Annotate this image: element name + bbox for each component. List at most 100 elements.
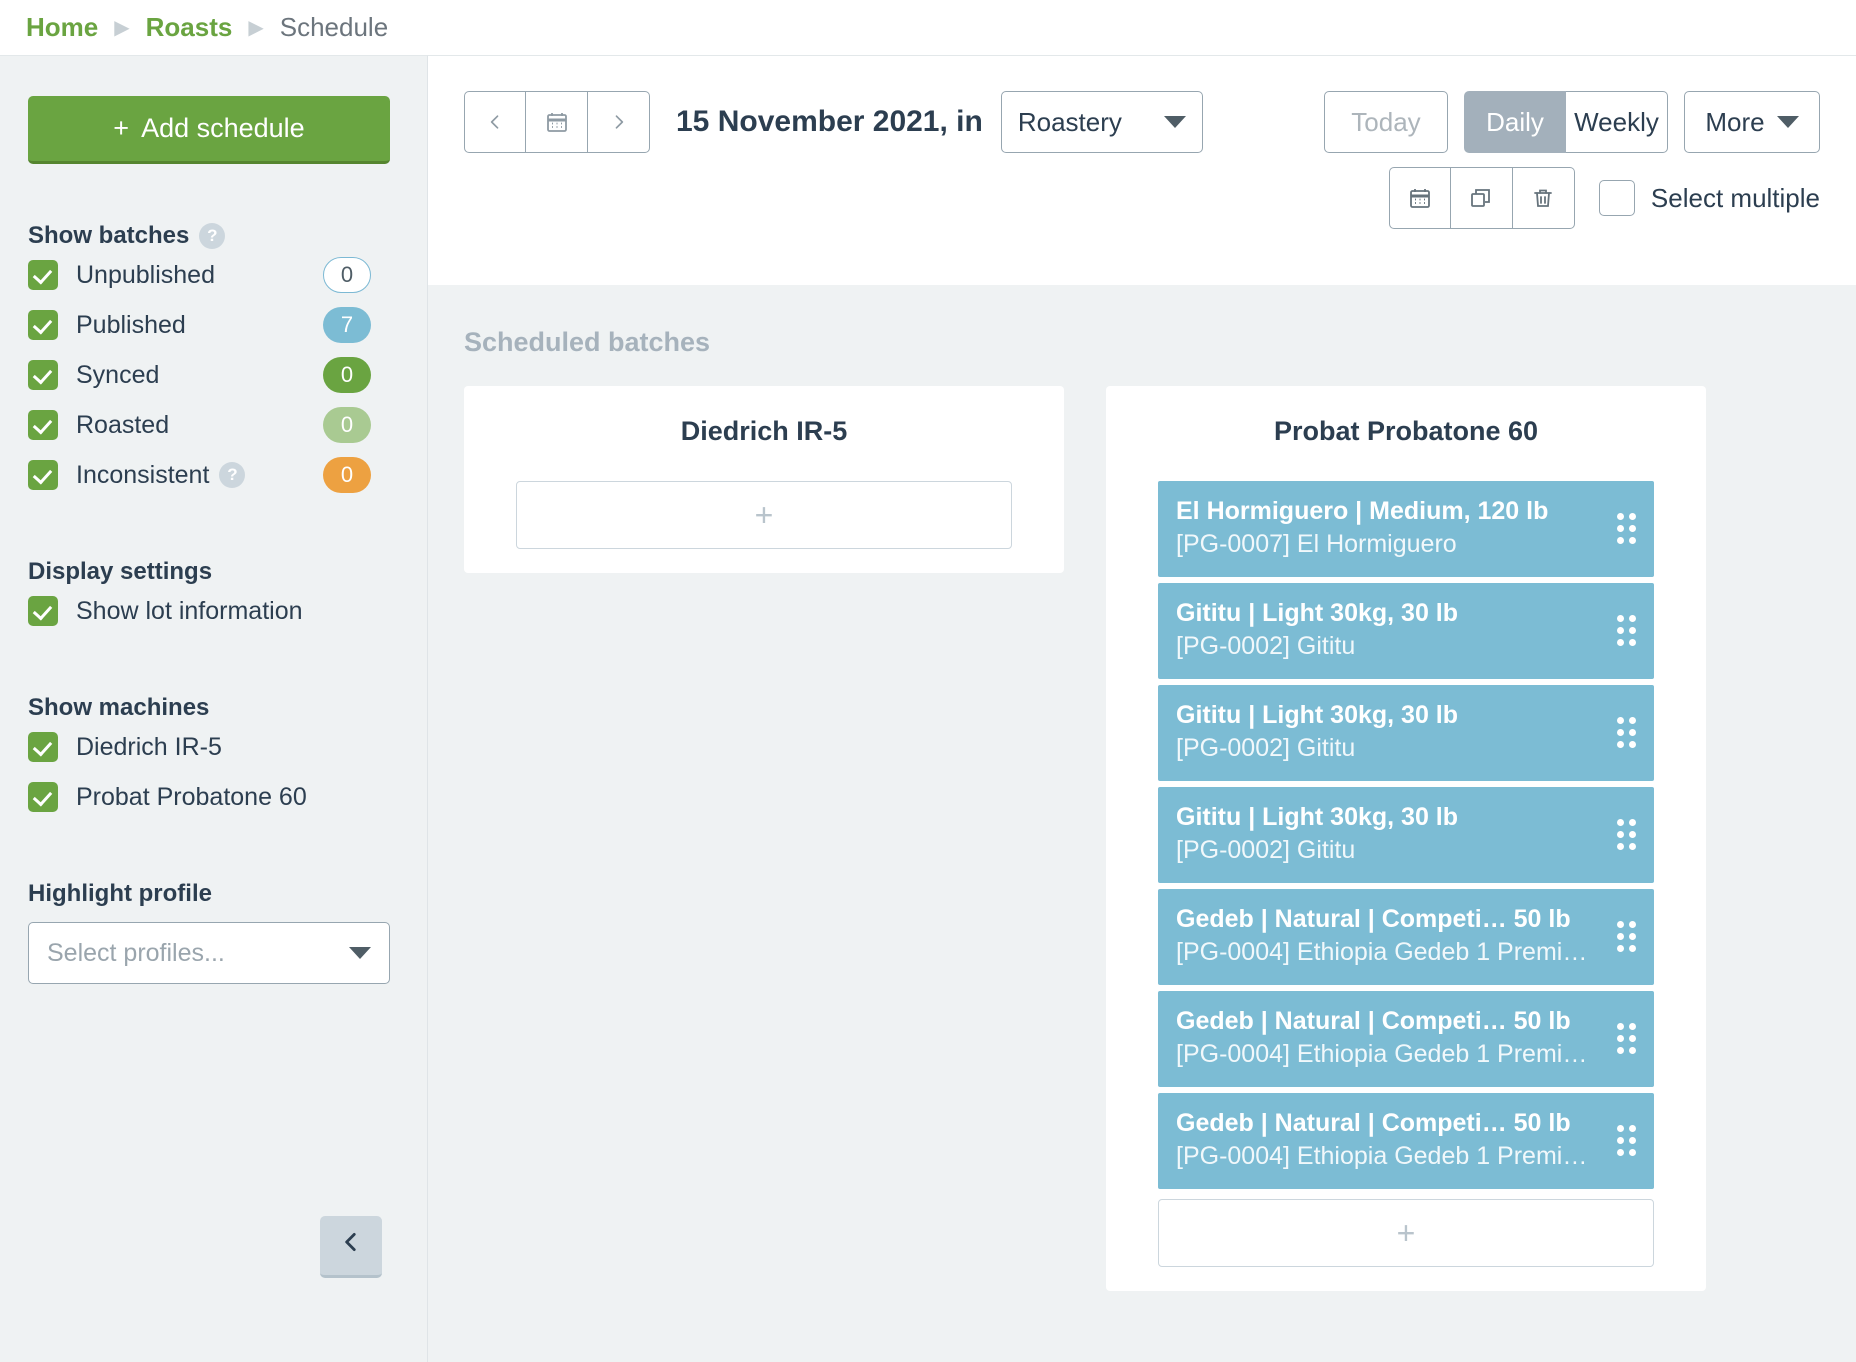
page-title: 15 November 2021, in xyxy=(676,105,983,138)
batch-card[interactable]: Gititu | Light 30kg, 30 lb [PG-0002] Git… xyxy=(1158,583,1654,679)
plus-icon: + xyxy=(113,113,130,143)
batch-card[interactable]: El Hormiguero | Medium, 120 lb [PG-0007]… xyxy=(1158,481,1654,577)
checkbox-unpublished[interactable] xyxy=(28,260,58,290)
batch-actions-row: Select multiple xyxy=(1388,167,1820,229)
add-batch-slot[interactable]: + xyxy=(1158,1199,1654,1267)
chevron-right-icon xyxy=(615,115,623,129)
copy-icon xyxy=(1471,189,1491,207)
chevron-down-icon xyxy=(349,947,371,959)
badge-roasted-count: 0 xyxy=(323,407,371,443)
filter-label-unpublished: Unpublished xyxy=(76,260,215,289)
filter-row-inconsistent[interactable]: Inconsistent ? 0 xyxy=(28,450,399,500)
batch-card-subtitle: [PG-0004] Ethiopia Gedeb 1 Premi… xyxy=(1176,938,1588,966)
filter-row-published[interactable]: Published 7 xyxy=(28,300,399,350)
schedule-calendar-action-button[interactable] xyxy=(1388,167,1451,229)
tab-daily[interactable]: Daily xyxy=(1464,91,1566,153)
trash-icon xyxy=(1534,189,1553,207)
batch-card-text: Gititu | Light 30kg, 30 lb [PG-0002] Git… xyxy=(1176,699,1458,765)
previous-day-button[interactable] xyxy=(464,91,526,153)
checkbox-synced[interactable] xyxy=(28,360,58,390)
badge-inconsistent-count: 0 xyxy=(323,457,371,493)
filter-label-published: Published xyxy=(76,310,186,339)
machine-row-probat-probatone-60[interactable]: Probat Probatone 60 xyxy=(28,772,399,822)
batch-card[interactable]: Gititu | Light 30kg, 30 lb [PG-0002] Git… xyxy=(1158,685,1654,781)
batch-card-text: Gititu | Light 30kg, 30 lb [PG-0002] Git… xyxy=(1176,801,1458,867)
checkbox-show-lot-information[interactable] xyxy=(28,596,58,626)
badge-synced-count: 0 xyxy=(323,357,371,393)
batch-card[interactable]: Gedeb | Natural | Competi… 50 lb [PG-000… xyxy=(1158,889,1654,985)
breadcrumb: Home ▶ Roasts ▶ Schedule xyxy=(0,0,1856,55)
breadcrumb-item-roasts[interactable]: Roasts xyxy=(146,12,233,43)
machine-row-diedrich-ir-5[interactable]: Diedrich IR-5 xyxy=(28,722,399,772)
checkbox-select-multiple[interactable] xyxy=(1598,180,1635,216)
location-select-value: Roastery xyxy=(1017,106,1122,137)
filter-label-roasted: Roasted xyxy=(76,410,170,439)
filter-label-inconsistent: Inconsistent ? xyxy=(76,461,246,490)
display-settings-heading: Display settings xyxy=(28,558,213,585)
checkbox-machine-diedrich-ir-5[interactable] xyxy=(28,732,58,762)
chevron-down-icon xyxy=(1163,116,1186,128)
add-schedule-button[interactable]: + Add schedule xyxy=(28,96,390,164)
drag-handle-icon[interactable] xyxy=(1617,614,1636,646)
date-navigation-group xyxy=(464,91,650,153)
drag-handle-icon[interactable] xyxy=(1617,1022,1636,1054)
batch-card-text: Gititu | Light 30kg, 30 lb [PG-0002] Git… xyxy=(1176,597,1458,663)
schedule-board: Scheduled batches Diedrich IR-5 + Probat… xyxy=(428,285,1856,1362)
breadcrumb-item-home[interactable]: Home xyxy=(26,12,98,43)
collapse-sidebar-button[interactable] xyxy=(320,1216,382,1278)
drag-handle-icon[interactable] xyxy=(1617,920,1636,952)
machine-columns: Diedrich IR-5 + Probat Probatone 60 El H… xyxy=(464,386,1856,1291)
highlight-profile-select[interactable]: Select profiles... xyxy=(28,922,390,984)
drag-handle-icon[interactable] xyxy=(1617,1124,1636,1156)
filter-label-synced: Synced xyxy=(76,360,160,389)
batch-card[interactable]: Gititu | Light 30kg, 30 lb [PG-0002] Git… xyxy=(1158,787,1654,883)
show-batches-title: Show batches xyxy=(28,222,190,249)
select-multiple-control[interactable]: Select multiple xyxy=(1598,180,1820,216)
machine-column-probat-probatone-60: Probat Probatone 60 El Hormiguero | Medi… xyxy=(1106,386,1706,1291)
batch-card-subtitle: [PG-0002] Gititu xyxy=(1176,836,1356,864)
filter-row-roasted[interactable]: Roasted 0 xyxy=(28,400,399,450)
tab-weekly[interactable]: Weekly xyxy=(1566,91,1668,153)
checkbox-machine-probat-probatone-60[interactable] xyxy=(28,782,58,812)
show-batches-heading: Show batches ? xyxy=(28,222,399,250)
select-multiple-label: Select multiple xyxy=(1650,182,1820,213)
duplicate-button[interactable] xyxy=(1450,167,1513,229)
drag-handle-icon[interactable] xyxy=(1617,716,1636,748)
help-icon[interactable]: ? xyxy=(199,223,226,249)
batch-card-subtitle: [PG-0004] Ethiopia Gedeb 1 Premi… xyxy=(1176,1142,1588,1170)
drag-handle-icon[interactable] xyxy=(1617,818,1636,850)
checkbox-roasted[interactable] xyxy=(28,410,58,440)
next-day-button[interactable] xyxy=(588,91,650,153)
batch-card[interactable]: Gedeb | Natural | Competi… 50 lb [PG-000… xyxy=(1158,991,1654,1087)
highlight-profile-placeholder: Select profiles... xyxy=(47,938,225,967)
more-menu-button[interactable]: More xyxy=(1684,91,1820,153)
batch-card-text: Gedeb | Natural | Competi… 50 lb [PG-000… xyxy=(1176,1005,1587,1071)
machine-column-diedrich-ir-5: Diedrich IR-5 + xyxy=(464,386,1064,573)
setting-row-show-lot-information[interactable]: Show lot information xyxy=(28,586,399,636)
delete-button[interactable] xyxy=(1512,167,1575,229)
date-picker-button[interactable] xyxy=(526,91,588,153)
checkbox-published[interactable] xyxy=(28,310,58,340)
batch-card[interactable]: Gedeb | Natural | Competi… 50 lb [PG-000… xyxy=(1158,1093,1654,1189)
batch-card-text: Gedeb | Natural | Competi… 50 lb [PG-000… xyxy=(1176,1107,1587,1173)
batch-actions-group xyxy=(1388,167,1575,229)
batch-card-title: Gedeb | Natural | Competi… 50 lb xyxy=(1176,1109,1571,1137)
breadcrumb-separator-icon: ▶ xyxy=(114,16,130,39)
add-batch-slot[interactable]: + xyxy=(516,481,1012,549)
drag-handle-icon[interactable] xyxy=(1617,512,1636,544)
machine-column-title: Probat Probatone 60 xyxy=(1273,416,1539,446)
highlight-profile-heading: Highlight profile xyxy=(28,880,212,907)
location-select[interactable]: Roastery xyxy=(1000,91,1203,153)
view-controls: Today Daily Weekly More xyxy=(1324,91,1820,153)
batch-card-subtitle: [PG-0002] Gititu xyxy=(1176,632,1356,660)
help-icon[interactable]: ? xyxy=(219,462,246,488)
today-button[interactable]: Today xyxy=(1324,91,1448,153)
checkbox-inconsistent[interactable] xyxy=(28,460,58,490)
breadcrumb-separator-icon: ▶ xyxy=(248,16,264,39)
filter-row-unpublished[interactable]: Unpublished 0 xyxy=(28,250,399,300)
batch-card-title: El Hormiguero | Medium, 120 lb xyxy=(1176,497,1549,525)
batch-card-title: Gititu | Light 30kg, 30 lb xyxy=(1176,701,1459,729)
filter-row-synced[interactable]: Synced 0 xyxy=(28,350,399,400)
